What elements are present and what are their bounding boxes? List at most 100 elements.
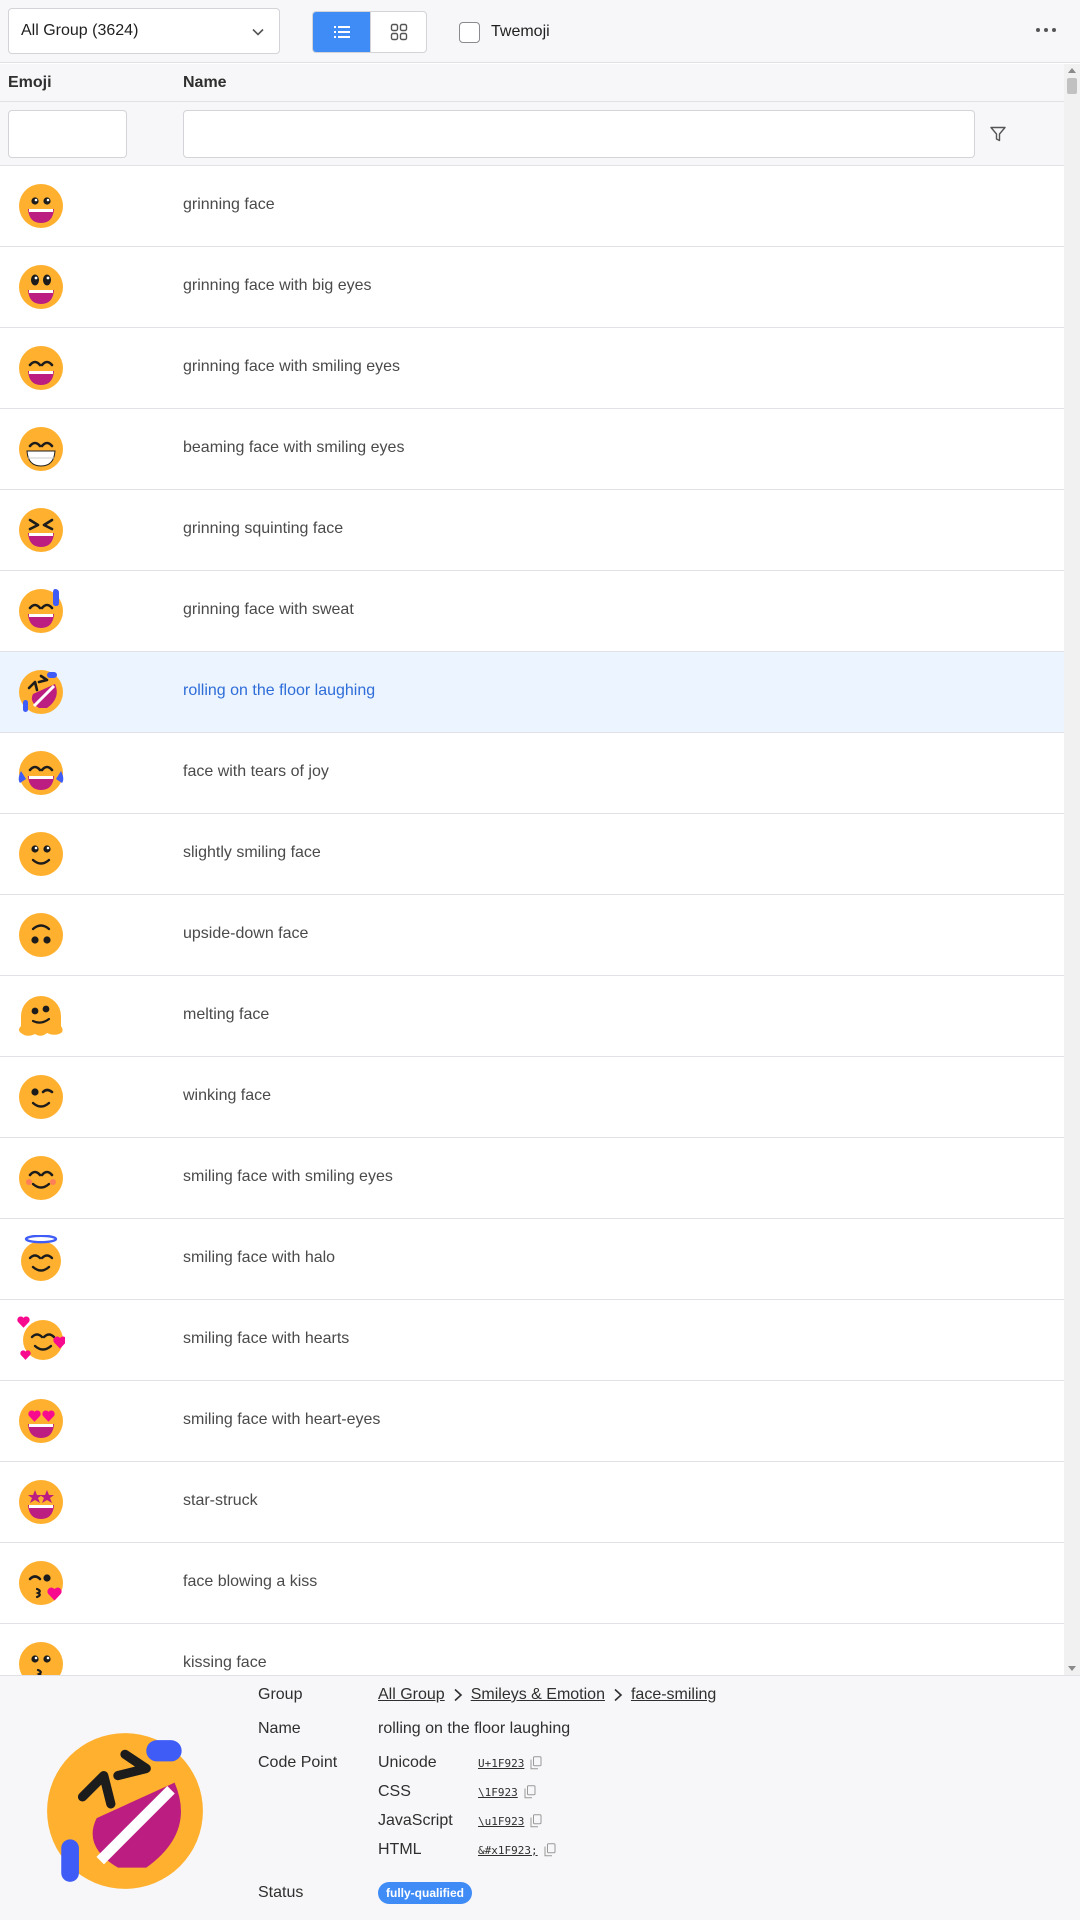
javascript-value[interactable]: \u1F923 — [478, 1815, 524, 1828]
breadcrumb-all-group[interactable]: All Group — [378, 1686, 445, 1704]
copy-icon[interactable] — [530, 1756, 542, 1770]
grinning-face-smiling-eyes-icon — [17, 344, 65, 392]
unicode-value[interactable]: U+1F923 — [478, 1757, 524, 1770]
star-struck-icon — [17, 1478, 65, 1526]
row-name: rolling on the floor laughing — [183, 682, 376, 699]
table-header: Emoji Name — [0, 64, 1064, 102]
grinning-squinting-face-icon — [17, 506, 65, 554]
unicode-label: Unicode — [378, 1754, 437, 1771]
table-row[interactable]: smiling face with halo — [0, 1219, 1064, 1300]
emoji-filter-input[interactable] — [8, 110, 127, 158]
detail-panel: Group All Group Smileys & Emotion face-s… — [0, 1675, 1080, 1920]
javascript-code[interactable]: \u1F923 — [478, 1814, 542, 1828]
breadcrumb: All Group Smileys & Emotion face-smiling — [378, 1686, 716, 1704]
group-select[interactable]: All Group (3624) — [8, 8, 280, 54]
beaming-face-icon — [17, 425, 65, 473]
javascript-label: JavaScript — [378, 1812, 453, 1829]
winking-face-icon — [17, 1073, 65, 1121]
table-row[interactable]: kissing face — [0, 1624, 1064, 1675]
table-row[interactable]: grinning face with big eyes — [0, 247, 1064, 328]
chevron-right-icon — [614, 1688, 623, 1702]
row-name: smiling face with halo — [183, 1249, 336, 1266]
scroll-thumb[interactable] — [1067, 78, 1077, 94]
table-row[interactable]: smiling face with hearts — [0, 1300, 1064, 1381]
row-name: face with tears of joy — [183, 763, 329, 780]
table-row[interactable]: melting face — [0, 976, 1064, 1057]
upside-down-face-icon — [17, 911, 65, 959]
grid-view-button[interactable] — [370, 12, 426, 52]
filter-row — [0, 102, 1064, 166]
status-label: Status — [258, 1884, 304, 1901]
table-row[interactable]: upside-down face — [0, 895, 1064, 976]
grinning-face-icon — [17, 182, 65, 230]
kissing-face-icon — [17, 1640, 65, 1675]
status-badge: fully-qualified — [378, 1882, 472, 1904]
html-value[interactable]: &#x1F923; — [478, 1844, 538, 1857]
rolling-on-floor-laughing-icon — [40, 1726, 210, 1896]
css-label: CSS — [378, 1783, 411, 1800]
tears-of-joy-icon — [17, 749, 65, 797]
face-blowing-kiss-icon — [17, 1559, 65, 1607]
table-row[interactable]: winking face — [0, 1057, 1064, 1138]
view-toggle — [312, 11, 427, 53]
smiling-face-halo-icon — [17, 1234, 65, 1283]
scrollbar[interactable] — [1064, 64, 1080, 1675]
row-name: grinning face with sweat — [183, 601, 354, 618]
html-code[interactable]: &#x1F923; — [478, 1843, 556, 1857]
smiling-face-hearts-icon — [17, 1316, 67, 1364]
unicode-code[interactable]: U+1F923 — [478, 1756, 542, 1770]
row-name: melting face — [183, 1006, 270, 1023]
table-row[interactable]: grinning face with smiling eyes — [0, 328, 1064, 409]
table-row[interactable]: rolling on the floor laughing — [0, 652, 1064, 733]
copy-icon[interactable] — [530, 1814, 542, 1828]
table-row[interactable]: slightly smiling face — [0, 814, 1064, 895]
row-name: grinning face — [183, 196, 275, 213]
grinning-face-big-eyes-icon — [17, 263, 65, 311]
more-options-icon[interactable] — [1036, 28, 1056, 32]
table-row[interactable]: grinning squinting face — [0, 490, 1064, 571]
table-row[interactable]: smiling face with smiling eyes — [0, 1138, 1064, 1219]
grid-icon — [390, 23, 408, 41]
row-name: grinning squinting face — [183, 520, 344, 537]
row-name: smiling face with heart-eyes — [183, 1411, 381, 1428]
row-name: star-struck — [183, 1492, 258, 1509]
twemoji-checkbox[interactable] — [459, 21, 480, 43]
copy-icon[interactable] — [544, 1843, 556, 1857]
twemoji-toggle[interactable]: Twemoji — [459, 21, 550, 43]
table-row[interactable]: beaming face with smiling eyes — [0, 409, 1064, 490]
table-row[interactable]: face blowing a kiss — [0, 1543, 1064, 1624]
row-name: face blowing a kiss — [183, 1573, 318, 1590]
twemoji-label: Twemoji — [491, 23, 550, 40]
table-row[interactable]: grinning face — [0, 166, 1064, 247]
emoji-name-value: rolling on the floor laughing — [378, 1720, 571, 1737]
column-header-emoji[interactable]: Emoji — [8, 74, 52, 92]
breadcrumb-face-smiling[interactable]: face-smiling — [631, 1686, 716, 1704]
toolbar: All Group (3624) Twemoji — [0, 0, 1080, 63]
breadcrumb-smileys-emotion[interactable]: Smileys & Emotion — [471, 1686, 605, 1704]
heart-eyes-icon — [17, 1397, 65, 1445]
table-row[interactable]: smiling face with heart-eyes — [0, 1381, 1064, 1462]
table-row[interactable]: star-struck — [0, 1462, 1064, 1543]
group-select-value: All Group (3624) — [21, 22, 139, 39]
row-name: grinning face with smiling eyes — [183, 358, 400, 375]
table-row[interactable]: grinning face with sweat — [0, 571, 1064, 652]
filter-icon[interactable] — [989, 125, 1007, 143]
chevron-right-icon — [454, 1688, 462, 1702]
copy-icon[interactable] — [524, 1785, 536, 1799]
list-view-button[interactable] — [313, 12, 370, 52]
table-row[interactable]: face with tears of joy — [0, 733, 1064, 814]
scroll-down-arrow-icon[interactable] — [1068, 1666, 1076, 1671]
code-point-label: Code Point — [258, 1754, 338, 1771]
smiling-face-smiling-eyes-icon — [17, 1154, 65, 1202]
css-code[interactable]: \1F923 — [478, 1785, 536, 1799]
scroll-up-arrow-icon[interactable] — [1068, 68, 1076, 73]
css-value[interactable]: \1F923 — [478, 1786, 518, 1799]
group-label: Group — [258, 1686, 303, 1703]
row-name: slightly smiling face — [183, 844, 321, 861]
name-filter-input[interactable] — [183, 110, 975, 158]
chevron-down-icon — [252, 28, 264, 36]
column-header-name[interactable]: Name — [183, 74, 227, 92]
row-name: kissing face — [183, 1654, 267, 1671]
html-label: HTML — [378, 1841, 422, 1858]
row-name: smiling face with smiling eyes — [183, 1168, 393, 1185]
